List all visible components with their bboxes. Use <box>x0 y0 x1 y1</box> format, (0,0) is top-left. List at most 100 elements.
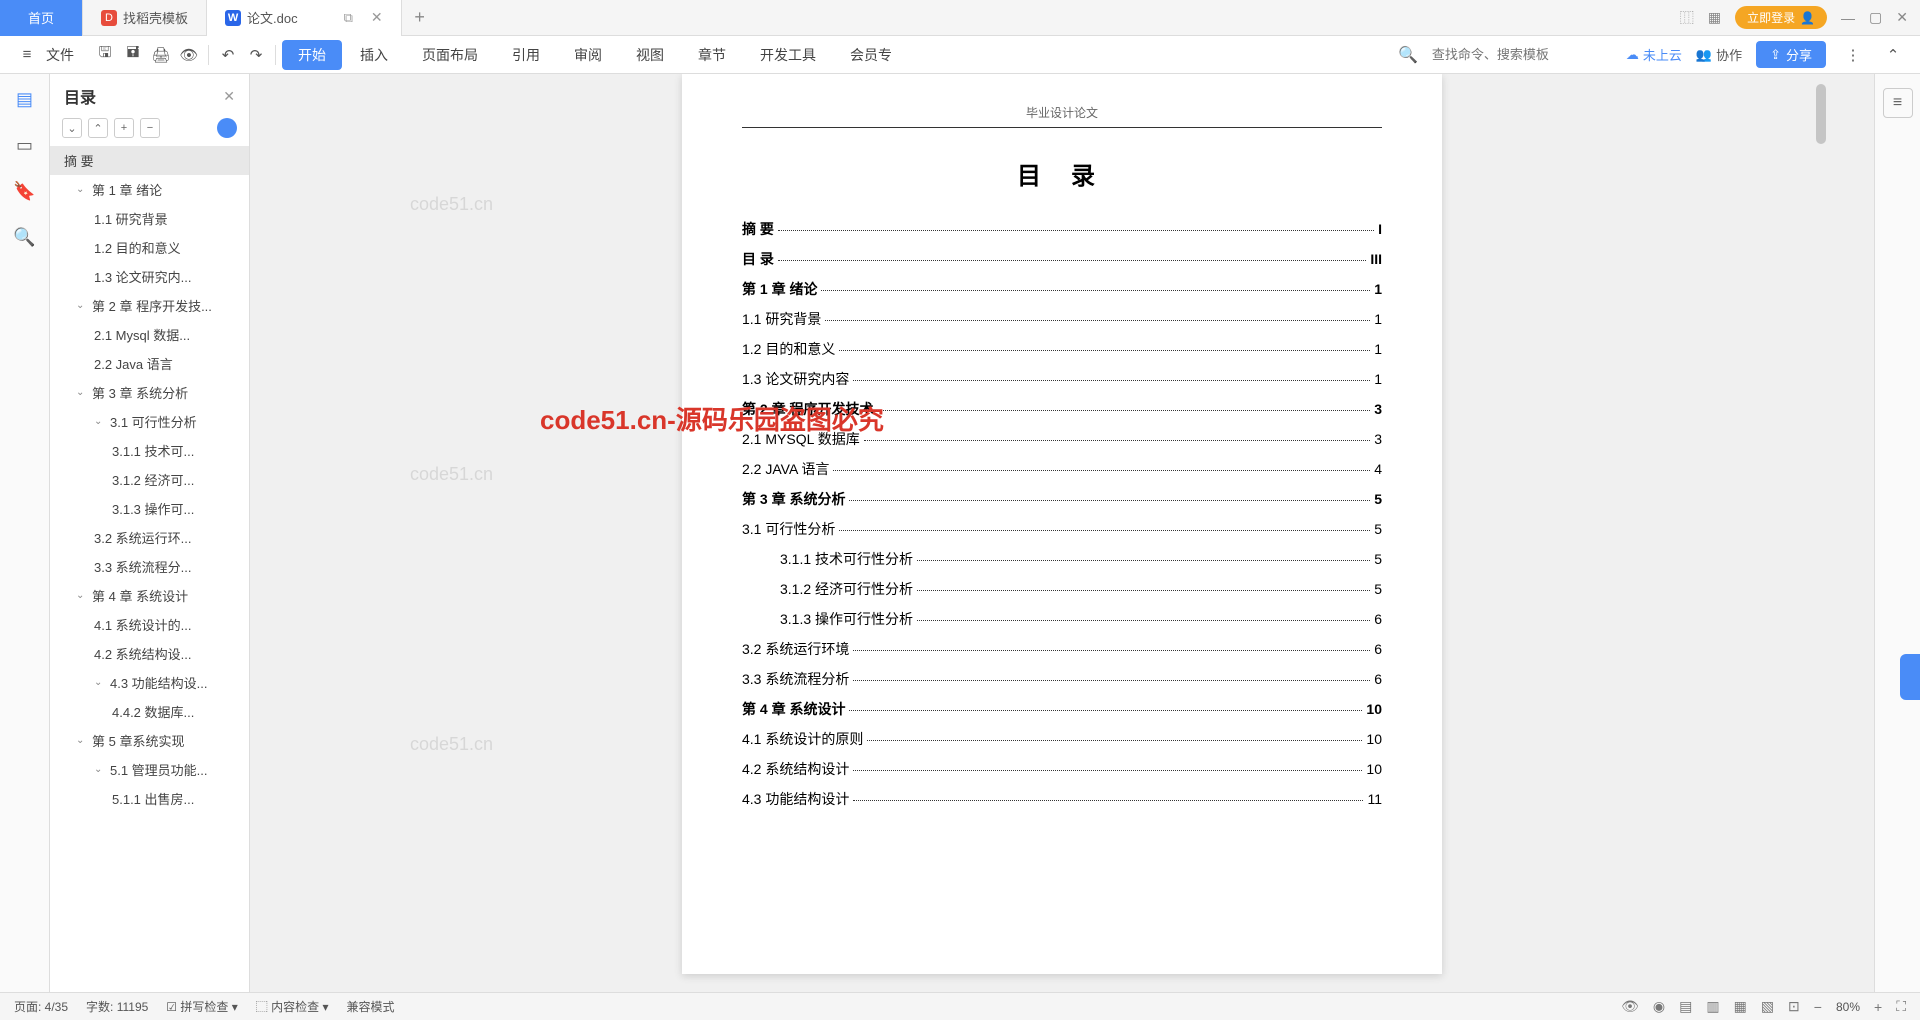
right-handle[interactable] <box>1900 654 1920 700</box>
chevron-down-icon[interactable]: ⌄ <box>94 764 106 775</box>
menu-member[interactable]: 会员专 <box>834 40 908 70</box>
toc-entry[interactable]: 第 1 章 绪论1 <box>742 279 1382 299</box>
outline-item[interactable]: 摘 要 <box>50 146 249 175</box>
outline-item[interactable]: ⌄3.1 可行性分析 <box>50 407 249 436</box>
toc-entry[interactable]: 1.3 论文研究内容1 <box>742 369 1382 389</box>
search-panel-icon[interactable]: 🔍 <box>14 226 36 248</box>
eye-icon[interactable]: 👁 <box>1621 998 1639 1015</box>
close-window-icon[interactable]: ✕ <box>1896 9 1908 26</box>
menu-ref[interactable]: 引用 <box>496 40 556 70</box>
tab-document[interactable]: W 论文.doc ⧉ ✕ <box>207 0 402 36</box>
toc-entry[interactable]: 4.2 系统结构设计10 <box>742 759 1382 779</box>
fullscreen-icon[interactable]: ⛶ <box>1896 998 1906 1015</box>
outline-item[interactable]: 3.1.3 操作可... <box>50 494 249 523</box>
content-check-button[interactable]: ⬚ 内容检查 ▾ <box>256 998 329 1015</box>
outline-icon[interactable]: ▤ <box>14 88 36 110</box>
properties-icon[interactable]: ≡ <box>1883 88 1913 118</box>
page-indicator[interactable]: 页面: 4/35 <box>14 998 68 1015</box>
sync-icon[interactable] <box>217 118 237 138</box>
apps-icon[interactable]: ▦ <box>1708 9 1721 26</box>
cloud-button[interactable]: ☁未上云 <box>1626 45 1682 64</box>
outline-item[interactable]: 3.3 系统流程分... <box>50 552 249 581</box>
print-icon[interactable]: 🖨 <box>148 42 174 68</box>
login-button[interactable]: 立即登录👤 <box>1735 6 1827 29</box>
outline-item[interactable]: 1.3 论文研究内... <box>50 262 249 291</box>
outline-item[interactable]: 4.4.2 数据库... <box>50 697 249 726</box>
remove-icon[interactable]: − <box>140 118 160 138</box>
menu-view[interactable]: 视图 <box>620 40 680 70</box>
undo-icon[interactable]: ↶ <box>215 42 241 68</box>
outline-item[interactable]: 4.2 系统结构设... <box>50 639 249 668</box>
save-as-icon[interactable]: 🖬 <box>120 42 146 68</box>
menu-icon[interactable]: ≡ <box>14 42 40 68</box>
collab-button[interactable]: 👥协作 <box>1696 45 1742 64</box>
new-tab-button[interactable]: + <box>402 7 438 28</box>
fit-icon[interactable]: ⊡ <box>1788 998 1800 1015</box>
file-menu[interactable]: 文件 <box>42 40 90 70</box>
tab-home[interactable]: 首页 <box>0 0 83 36</box>
toc-entry[interactable]: 3.3 系统流程分析6 <box>742 669 1382 689</box>
menu-chapter[interactable]: 章节 <box>682 40 742 70</box>
outline-item[interactable]: 3.2 系统运行环... <box>50 523 249 552</box>
maximize-icon[interactable]: ▢ <box>1869 9 1882 26</box>
layout4-icon[interactable]: ▧ <box>1761 998 1774 1015</box>
chevron-down-icon[interactable]: ⌄ <box>76 387 88 398</box>
focus-icon[interactable]: ◉ <box>1653 998 1665 1015</box>
menu-insert[interactable]: 插入 <box>344 40 404 70</box>
bookmark-icon[interactable]: 🔖 <box>14 180 36 202</box>
outline-item[interactable]: 1.2 目的和意义 <box>50 233 249 262</box>
toc-entry[interactable]: 3.2 系统运行环境6 <box>742 639 1382 659</box>
menu-layout[interactable]: 页面布局 <box>406 40 494 70</box>
toc-entry[interactable]: 第 2 章 程序开发技术3 <box>742 399 1382 419</box>
toc-entry[interactable]: 3.1.3 操作可行性分析6 <box>742 609 1382 629</box>
toc-entry[interactable]: 摘 要I <box>742 219 1382 239</box>
outline-item[interactable]: 2.1 Mysql 数据... <box>50 320 249 349</box>
collapse-icon[interactable]: ⌃ <box>1880 42 1906 68</box>
outline-item[interactable]: 4.1 系统设计的... <box>50 610 249 639</box>
chevron-down-icon[interactable]: ⌄ <box>94 677 106 688</box>
menu-devtools[interactable]: 开发工具 <box>744 40 832 70</box>
outline-item[interactable]: ⌄第 1 章 绪论 <box>50 175 249 204</box>
outline-item[interactable]: 2.2 Java 语言 <box>50 349 249 378</box>
outline-item[interactable]: ⌄第 3 章 系统分析 <box>50 378 249 407</box>
chevron-down-icon[interactable]: ⌄ <box>94 416 106 427</box>
spellcheck-button[interactable]: ☑ 拼写检查 ▾ <box>166 998 237 1015</box>
toc-entry[interactable]: 3.1 可行性分析5 <box>742 519 1382 539</box>
toc-entry[interactable]: 第 4 章 系统设计10 <box>742 699 1382 719</box>
outline-item[interactable]: ⌄第 4 章 系统设计 <box>50 581 249 610</box>
expand-all-icon[interactable]: ⌃ <box>88 118 108 138</box>
toc-entry[interactable]: 2.2 JAVA 语言4 <box>742 459 1382 479</box>
toc-entry[interactable]: 目 录III <box>742 249 1382 269</box>
outline-item[interactable]: 3.1.1 技术可... <box>50 436 249 465</box>
toc-entry[interactable]: 3.1.2 经济可行性分析5 <box>742 579 1382 599</box>
layout2-icon[interactable]: ▥ <box>1706 998 1719 1015</box>
search-input[interactable] <box>1432 47 1612 62</box>
collapse-all-icon[interactable]: ⌄ <box>62 118 82 138</box>
outline-item[interactable]: ⌄第 5 章系统实现 <box>50 726 249 755</box>
layout-icon[interactable]: ⿲ <box>1680 8 1694 28</box>
outline-item[interactable]: ⌄4.3 功能结构设... <box>50 668 249 697</box>
layout3-icon[interactable]: ▦ <box>1734 998 1747 1015</box>
outline-item[interactable]: 5.1.1 出售房... <box>50 784 249 813</box>
pages-icon[interactable]: ▭ <box>14 134 36 156</box>
outline-item[interactable]: ⌄5.1 管理员功能... <box>50 755 249 784</box>
toc-entry[interactable]: 1.1 研究背景1 <box>742 309 1382 329</box>
tab-templates[interactable]: D 找稻壳模板 <box>83 0 207 36</box>
zoom-out-icon[interactable]: − <box>1814 999 1822 1015</box>
vertical-scrollbar[interactable] <box>1814 74 1828 992</box>
save-icon[interactable]: 🖫 <box>92 42 118 68</box>
zoom-in-icon[interactable]: + <box>1874 999 1882 1015</box>
word-count[interactable]: 字数: 11195 <box>86 998 148 1015</box>
scroll-thumb[interactable] <box>1816 84 1826 144</box>
chevron-down-icon[interactable]: ⌄ <box>76 300 88 311</box>
outline-item[interactable]: 1.1 研究背景 <box>50 204 249 233</box>
toc-entry[interactable]: 第 3 章 系统分析5 <box>742 489 1382 509</box>
add-icon[interactable]: + <box>114 118 134 138</box>
toc-entry[interactable]: 4.3 功能结构设计11 <box>742 789 1382 809</box>
menu-start[interactable]: 开始 <box>282 40 342 70</box>
chevron-down-icon[interactable]: ⌄ <box>76 735 88 746</box>
toc-entry[interactable]: 2.1 MYSQL 数据库3 <box>742 429 1382 449</box>
outline-item[interactable]: ⌄第 2 章 程序开发技... <box>50 291 249 320</box>
layout1-icon[interactable]: ▤ <box>1679 998 1692 1015</box>
toc-entry[interactable]: 3.1.1 技术可行性分析5 <box>742 549 1382 569</box>
